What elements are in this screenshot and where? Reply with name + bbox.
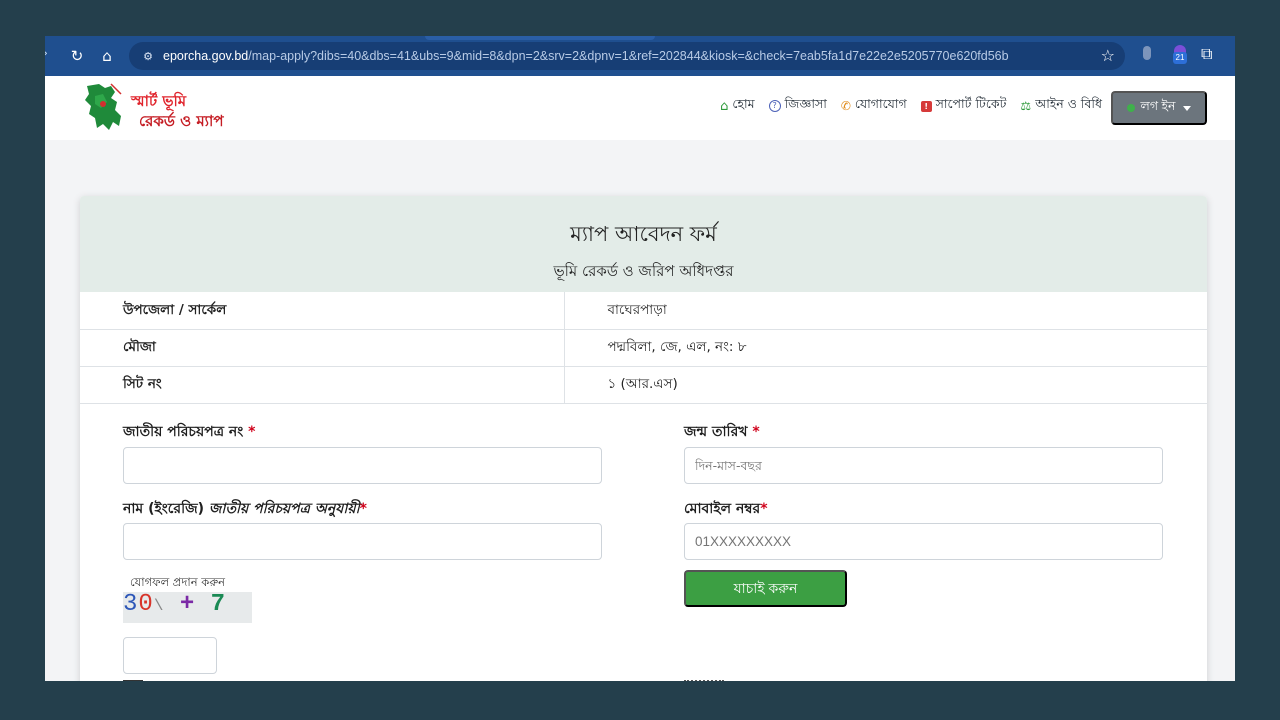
nav-home-label: হোম: [732, 96, 754, 116]
home-icon: ⌂: [720, 99, 728, 114]
url-path: /map-apply?dibs=40&dbs=41&ubs=9&mid=8&dp…: [248, 49, 1008, 63]
cutoff-label: [684, 680, 724, 681]
bangladesh-map-icon: [81, 82, 129, 134]
question-icon: ?: [769, 100, 781, 112]
extensions-puzzle-icon[interactable]: ⧉: [1201, 44, 1212, 64]
nav-faq-label: জিজ্ঞাসা: [785, 96, 827, 116]
nav-support-ticket-label: সাপোর্ট টিকেট: [936, 96, 1007, 116]
map-application-card: ম্যাপ আবেদন ফর্ম ভূমি রেকর্ড ও জরিপ অধিদ…: [80, 196, 1207, 681]
info-label: মৌজা: [80, 329, 564, 366]
reload-icon[interactable]: ↻: [65, 44, 89, 68]
logo-title-line2: রেকর্ড ও ম্যাপ: [139, 110, 224, 135]
nav-support-ticket[interactable]: ! সাপোর্ট টিকেট: [921, 96, 1007, 116]
info-value: বাঘেরপাড়া: [564, 292, 1207, 329]
nav-faq[interactable]: ? জিজ্ঞাসা: [769, 96, 827, 116]
site-info-icon[interactable]: ⚙: [137, 50, 159, 63]
name-english-input[interactable]: [123, 523, 602, 560]
extension-badge: 21: [1173, 52, 1187, 64]
login-status-icon: [1127, 104, 1135, 112]
nav-contact-label: যোগাযোগ: [855, 96, 907, 116]
required-mark: *: [752, 424, 759, 440]
chevron-down-icon: [1183, 106, 1191, 111]
table-row: সিট নং ১ (আর.এস): [80, 366, 1207, 403]
form-subtitle: ভূমি রেকর্ড ও জরিপ অধিদপ্তর: [80, 260, 1207, 285]
table-row: মৌজা পদ্মবিলা, জে, এল, নং: ৮: [80, 329, 1207, 366]
info-label: উপজেলা / সার্কেল: [80, 292, 564, 329]
required-mark: *: [760, 501, 767, 517]
form-header: ম্যাপ আবেদন ফর্ম ভূমি রেকর্ড ও জরিপ অধিদ…: [80, 196, 1207, 292]
mobile-label: মোবাইল নম্বর*: [684, 497, 768, 521]
microphone-icon[interactable]: [1143, 46, 1151, 60]
browser-viewport: › ↻ ⌂ ⚙ eporcha.gov.bd/map-apply?dibs=40…: [45, 36, 1235, 681]
name-english-label: নাম (ইংরেজি) জাতীয় পরিচয়পত্র অনুযায়ী*: [123, 497, 367, 521]
top-navigation: ⌂ হোম ? জিজ্ঞাসা ✆ যোগাযোগ ! সাপোর্ট টিকেট ⚖…: [720, 96, 1102, 116]
required-mark: *: [360, 501, 367, 517]
extension-icon[interactable]: 21: [1171, 45, 1189, 65]
captcha-image: 30\ + 7: [123, 592, 252, 623]
cutoff-label: [123, 680, 143, 681]
nid-input[interactable]: [123, 447, 602, 484]
url-host: eporcha.gov.bd: [163, 49, 248, 63]
info-value: ১ (আর.এস): [564, 366, 1207, 403]
bookmark-star-icon[interactable]: ☆: [1101, 46, 1115, 65]
location-info-table: উপজেলা / সার্কেল বাঘেরপাড়া মৌজা পদ্মবিল…: [80, 292, 1207, 404]
mobile-input[interactable]: [684, 523, 1163, 560]
ticket-icon: !: [921, 101, 932, 112]
nav-contact[interactable]: ✆ যোগাযোগ: [841, 96, 907, 116]
info-value: পদ্মবিলা, জে, এল, নং: ৮: [564, 329, 1207, 366]
scale-icon: ⚖: [1020, 99, 1031, 113]
verify-button[interactable]: যাচাই করুন: [684, 570, 847, 607]
nav-home[interactable]: ⌂ হোম: [720, 96, 754, 116]
browser-toolbar: › ↻ ⌂ ⚙ eporcha.gov.bd/map-apply?dibs=40…: [45, 36, 1235, 76]
table-row: উপজেলা / সার্কেল বাঘেরপাড়া: [80, 292, 1207, 329]
address-bar[interactable]: ⚙ eporcha.gov.bd/map-apply?dibs=40&dbs=4…: [129, 42, 1125, 70]
captcha-answer-input[interactable]: [123, 637, 217, 674]
required-mark: *: [248, 424, 255, 440]
dob-input[interactable]: [684, 447, 1163, 484]
phone-icon: ✆: [841, 99, 851, 113]
nav-law-rules[interactable]: ⚖ আইন ও বিধি: [1020, 96, 1102, 116]
home-icon[interactable]: ⌂: [95, 44, 119, 68]
login-dropdown-button[interactable]: লগ ইন: [1111, 91, 1207, 125]
login-label: লগ ইন: [1141, 98, 1176, 118]
site-header: স্মার্ট ভূমি রেকর্ড ও ম্যাপ ⌂ হোম ? জিজ্ঞা…: [45, 76, 1235, 140]
nid-label: জাতীয় পরিচয়পত্র নং *: [123, 420, 255, 444]
info-label: সিট নং: [80, 366, 564, 403]
nav-law-rules-label: আইন ও বিধি: [1035, 96, 1102, 116]
site-logo[interactable]: স্মার্ট ভূমি রেকর্ড ও ম্যাপ: [81, 82, 251, 136]
dob-label: জন্ম তারিখ *: [684, 420, 760, 444]
form-title: ম্যাপ আবেদন ফর্ম: [80, 218, 1207, 253]
forward-icon[interactable]: ›: [45, 46, 48, 60]
active-tab[interactable]: [425, 36, 655, 40]
